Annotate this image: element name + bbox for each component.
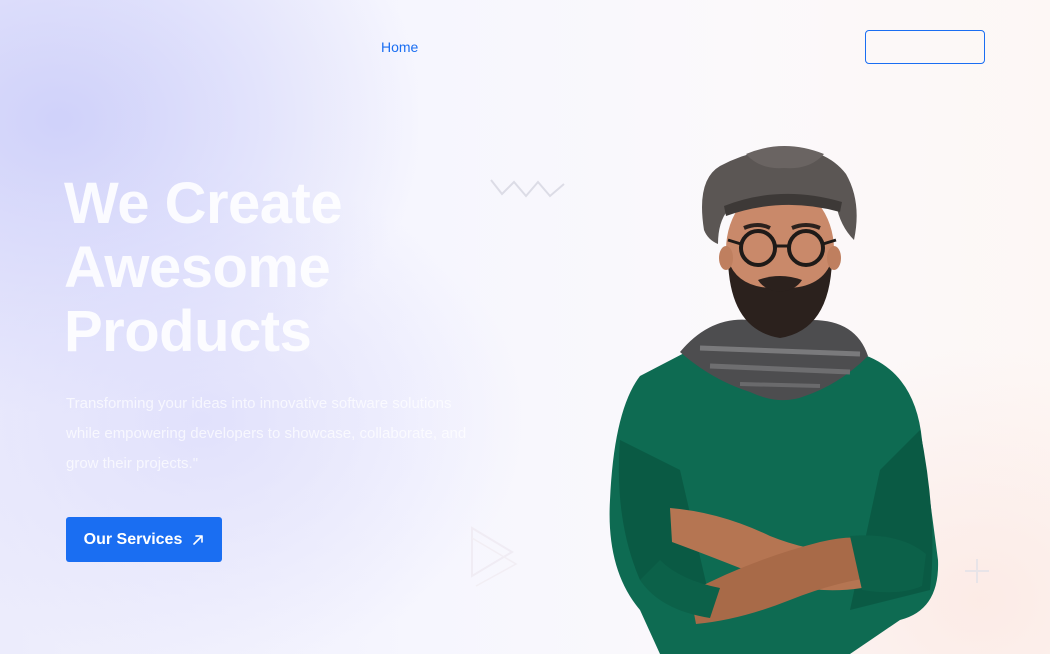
landing-page: Home We Create Awesome Products Transfor… bbox=[0, 0, 1050, 654]
our-services-label: Our Services bbox=[83, 530, 183, 548]
our-services-button[interactable]: Our Services bbox=[66, 517, 222, 562]
nav-home-link[interactable]: Home bbox=[381, 39, 418, 55]
arrow-up-right-icon bbox=[192, 534, 204, 546]
hero-person-image bbox=[609, 146, 939, 654]
zigzag-icon bbox=[490, 179, 565, 198]
play-outline-icon bbox=[471, 526, 518, 587]
hero-title: We Create Awesome Products bbox=[64, 171, 343, 364]
plus-icon bbox=[965, 559, 989, 583]
nav-cta-button[interactable] bbox=[865, 30, 985, 64]
hero-subtitle: Transforming your ideas into innovative … bbox=[66, 395, 467, 472]
